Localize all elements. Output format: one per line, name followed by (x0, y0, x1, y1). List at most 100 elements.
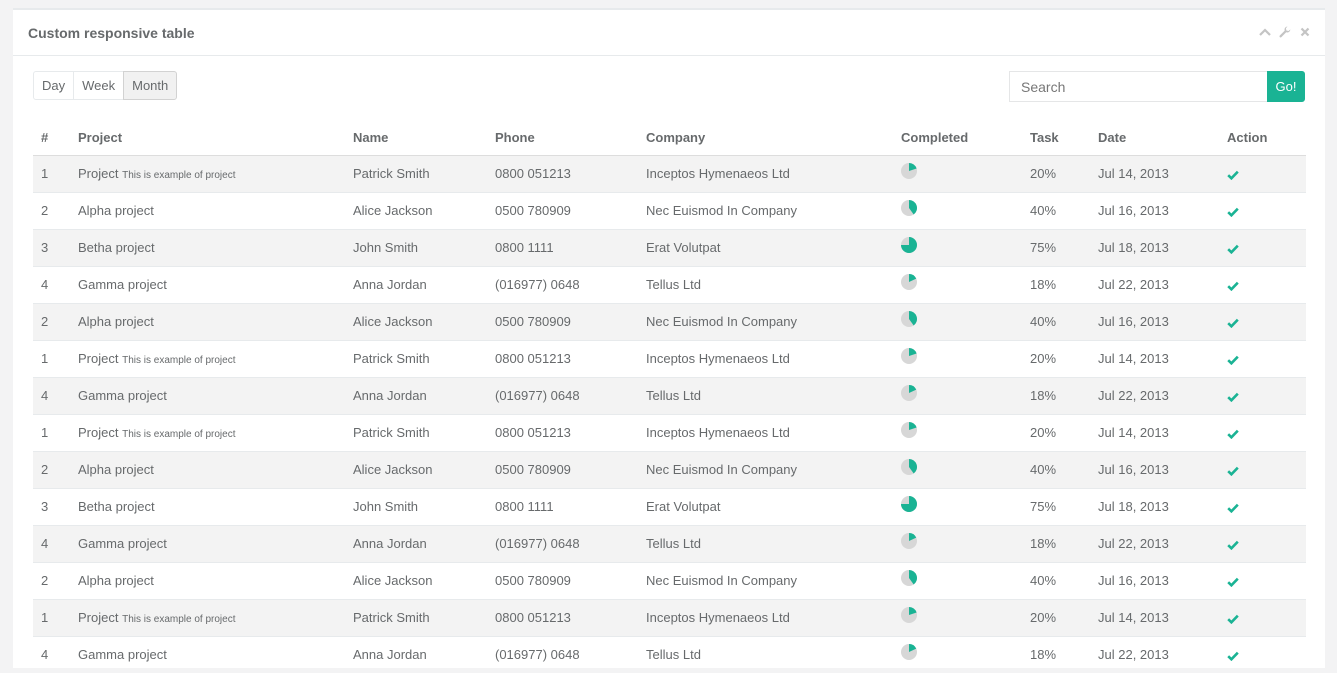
company-cell: Inceptos Hymenaeos Ltd (638, 413, 893, 451)
phone-cell: 0500 780909 (487, 302, 638, 340)
col-header-name[interactable]: Name (345, 120, 487, 156)
action-cell (1219, 598, 1306, 636)
date-cell: Jul 22, 2013 (1090, 524, 1219, 562)
project-name: Alpha project (78, 462, 154, 477)
project-cell: Project This is example of project (70, 413, 345, 451)
action-cell (1219, 413, 1306, 451)
table-row: 4 Gamma project Anna Jordan (016977) 0648 Te… (33, 524, 1306, 562)
col-header-project[interactable]: Project (70, 120, 345, 156)
date-cell: Jul 22, 2013 (1090, 376, 1219, 414)
company-cell: Erat Volutpat (638, 228, 893, 266)
project-name: Alpha project (78, 314, 154, 329)
check-icon[interactable] (1227, 429, 1239, 439)
col-header-company[interactable]: Company (638, 120, 893, 156)
project-name: Gamma project (78, 647, 167, 663)
completion-pie-icon (901, 458, 917, 475)
col-header-action[interactable]: Action (1219, 120, 1306, 156)
wrench-icon[interactable] (1279, 26, 1291, 38)
go-button[interactable]: Go! (1267, 71, 1305, 102)
project-cell: Gamma project (70, 265, 345, 303)
check-icon[interactable] (1227, 318, 1239, 328)
search-group: Go! (1009, 71, 1305, 102)
task-cell: 20% (1022, 339, 1090, 377)
table-body: 1 Project This is example of project Patri… (33, 154, 1306, 673)
task-cell: 40% (1022, 561, 1090, 599)
date-cell: Jul 18, 2013 (1090, 228, 1219, 266)
task-cell: 20% (1022, 598, 1090, 636)
table-row: 1 Project This is example of project Patri… (33, 154, 1306, 192)
check-icon[interactable] (1227, 466, 1239, 476)
check-icon[interactable] (1227, 503, 1239, 513)
col-header-completed[interactable]: Completed (893, 120, 1022, 156)
table-panel: Custom responsive table Day Week Month G… (13, 8, 1325, 673)
completed-cell (893, 339, 1022, 377)
check-icon[interactable] (1227, 207, 1239, 217)
project-cell: Alpha project (70, 191, 345, 229)
check-icon[interactable] (1227, 614, 1239, 624)
task-cell: 18% (1022, 524, 1090, 562)
company-cell: Nec Euismod In Company (638, 450, 893, 488)
completion-pie-icon (901, 606, 917, 623)
company-cell: Inceptos Hymenaeos Ltd (638, 339, 893, 377)
panel-tools (1259, 26, 1311, 38)
completion-pie-icon (901, 644, 917, 661)
chevron-up-icon[interactable] (1259, 26, 1271, 38)
task-cell: 18% (1022, 376, 1090, 414)
completed-cell (893, 598, 1022, 636)
row-number: 2 (33, 561, 70, 599)
col-header-phone[interactable]: Phone (487, 120, 638, 156)
name-cell: Alice Jackson (345, 191, 487, 229)
completion-pie-icon (901, 384, 917, 401)
date-cell: Jul 16, 2013 (1090, 191, 1219, 229)
phone-cell: 0800 051213 (487, 413, 638, 451)
project-cell: Gamma project (70, 524, 345, 562)
check-icon[interactable] (1227, 355, 1239, 365)
action-cell (1219, 635, 1306, 673)
action-cell (1219, 228, 1306, 266)
check-icon[interactable] (1227, 170, 1239, 180)
check-icon[interactable] (1227, 577, 1239, 587)
col-header-date[interactable]: Date (1090, 120, 1219, 156)
table-row: 2 Alpha project Alice Jackson 0500 780909 Ne… (33, 191, 1306, 229)
check-icon[interactable] (1227, 392, 1239, 402)
row-number: 3 (33, 228, 70, 266)
phone-cell: (016977) 0648 (487, 265, 638, 303)
company-cell: Inceptos Hymenaeos Ltd (638, 154, 893, 192)
check-icon[interactable] (1227, 281, 1239, 291)
check-icon[interactable] (1227, 651, 1239, 661)
date-cell: Jul 14, 2013 (1090, 413, 1219, 451)
completion-pie-icon (901, 347, 917, 364)
day-button[interactable]: Day (33, 71, 75, 100)
company-cell: Tellus Ltd (638, 635, 893, 673)
month-button[interactable]: Month (123, 71, 178, 100)
name-cell: Patrick Smith (345, 413, 487, 451)
check-icon[interactable] (1227, 540, 1239, 550)
project-name: Betha project (78, 499, 155, 514)
project-cell: Alpha project (70, 302, 345, 340)
table-row: 3 Betha project John Smith 0800 1111 Erat Vo… (33, 228, 1306, 266)
completed-cell (893, 487, 1022, 525)
phone-cell: 0800 051213 (487, 339, 638, 377)
phone-cell: 0500 780909 (487, 561, 638, 599)
table-row: 1 Project This is example of project Patri… (33, 598, 1306, 636)
completed-cell (893, 191, 1022, 229)
phone-cell: 0500 780909 (487, 450, 638, 488)
col-header-number[interactable]: # (33, 120, 70, 156)
name-cell: Anna Jordan (345, 524, 487, 562)
action-cell (1219, 487, 1306, 525)
action-cell (1219, 339, 1306, 377)
project-cell: Alpha project (70, 450, 345, 488)
table-row: 4 Gamma project Anna Jordan (016977) 0648 Te… (33, 376, 1306, 414)
col-header-task[interactable]: Task (1022, 120, 1090, 156)
table-row: 4 Gamma project Anna Jordan (016977) 0648 Te… (33, 635, 1306, 673)
search-input[interactable] (1009, 71, 1267, 102)
week-button[interactable]: Week (73, 71, 125, 100)
project-note: This is example of project (122, 614, 236, 625)
project-name: Gamma project (78, 388, 167, 403)
completed-cell (893, 450, 1022, 488)
close-icon[interactable] (1299, 26, 1311, 38)
completion-pie-icon (901, 495, 917, 512)
table-row: 2 Alpha project Alice Jackson 0500 780909 Ne… (33, 450, 1306, 488)
check-icon[interactable] (1227, 244, 1239, 254)
company-cell: Nec Euismod In Company (638, 191, 893, 229)
